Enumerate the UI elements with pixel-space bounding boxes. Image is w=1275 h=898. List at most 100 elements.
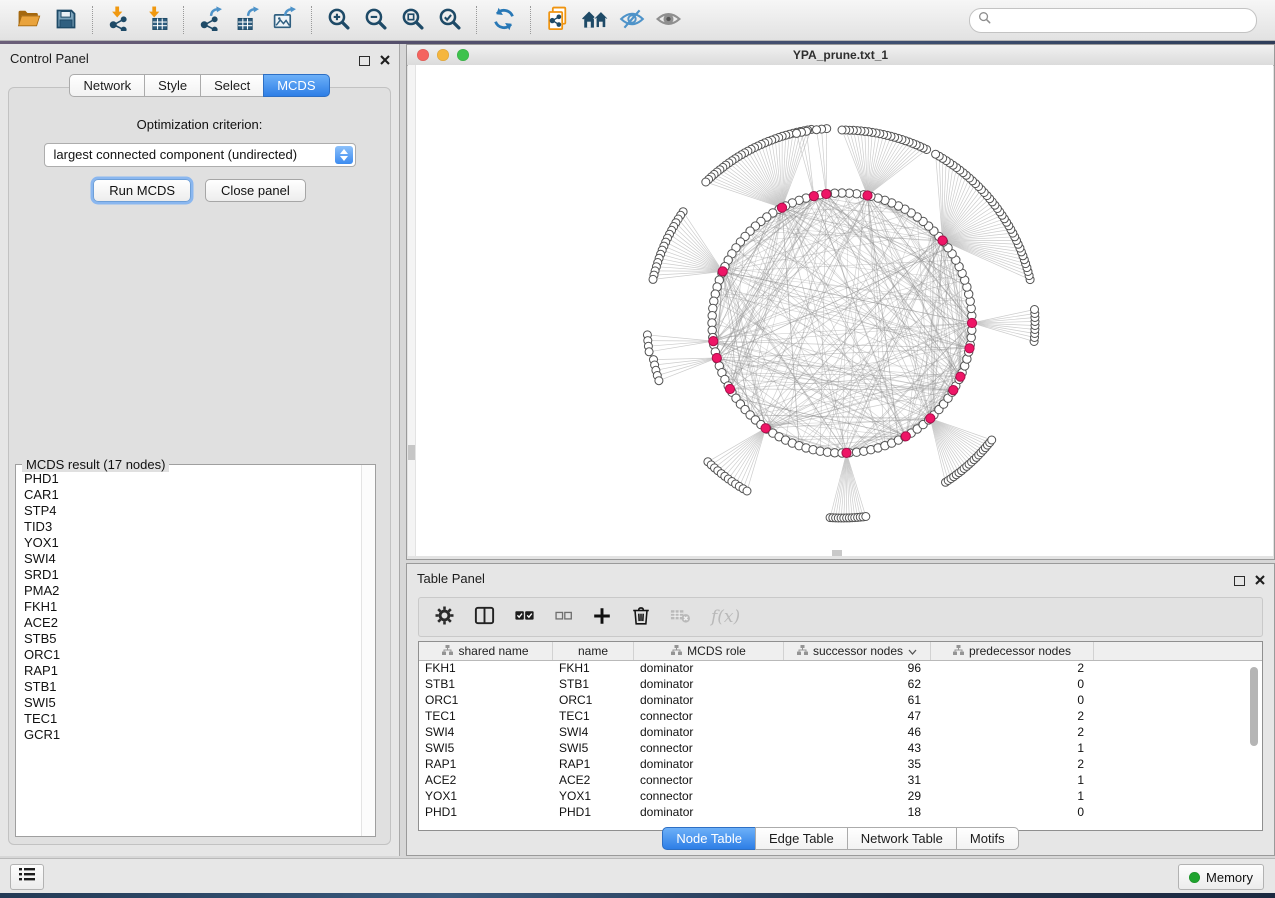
table-row[interactable]: RAP1RAP1dominator352 bbox=[419, 756, 1262, 772]
close-window-light[interactable] bbox=[417, 49, 429, 61]
zoom-selected-button[interactable] bbox=[431, 3, 468, 37]
table-row[interactable]: ACE2ACE2connector311 bbox=[419, 772, 1262, 788]
network-left-scrollbar-thumb[interactable] bbox=[408, 445, 415, 460]
split-view-button[interactable] bbox=[473, 604, 496, 630]
table-row[interactable]: TEC1TEC1connector472 bbox=[419, 708, 1262, 724]
eye-button[interactable] bbox=[650, 3, 687, 37]
criterion-select[interactable]: largest connected component (undirected) bbox=[44, 143, 356, 167]
mcds-result-node[interactable]: PHD1 bbox=[16, 471, 361, 487]
mcds-result-node[interactable]: ORC1 bbox=[16, 647, 361, 663]
export-network-button[interactable] bbox=[192, 3, 229, 37]
mcds-hub-node[interactable] bbox=[809, 192, 818, 201]
mcds-result-node[interactable]: STB1 bbox=[16, 679, 361, 695]
open-folder-button[interactable] bbox=[10, 3, 47, 37]
tab-select[interactable]: Select bbox=[200, 74, 264, 97]
network-leaf-node[interactable] bbox=[743, 487, 751, 495]
home-views-button[interactable] bbox=[576, 3, 613, 37]
column-header-predecessor-nodes[interactable]: predecessor nodes bbox=[931, 642, 1094, 660]
mcds-hub-node[interactable] bbox=[901, 432, 910, 441]
zoom-window-light[interactable] bbox=[457, 49, 469, 61]
tab-mcds[interactable]: MCDS bbox=[263, 74, 329, 97]
close-table-panel-icon[interactable] bbox=[1255, 572, 1265, 590]
tab-network-table[interactable]: Network Table bbox=[847, 827, 957, 850]
network-leaf-node[interactable] bbox=[838, 126, 846, 134]
table-row[interactable]: FKH1FKH1dominator962 bbox=[419, 660, 1262, 676]
share-document-button[interactable] bbox=[539, 3, 576, 37]
mcds-hub-node[interactable] bbox=[761, 424, 770, 433]
mcds-result-node[interactable]: STP4 bbox=[16, 503, 361, 519]
tab-style[interactable]: Style bbox=[144, 74, 201, 97]
network-canvas[interactable] bbox=[408, 65, 1273, 556]
close-panel-icon[interactable] bbox=[380, 52, 390, 70]
mcds-result-node[interactable]: PMA2 bbox=[16, 583, 361, 599]
network-leaf-node[interactable] bbox=[862, 513, 870, 521]
mcds-result-scrollbar[interactable] bbox=[361, 465, 375, 836]
zoom-in-button[interactable] bbox=[320, 3, 357, 37]
add-column-button[interactable] bbox=[591, 605, 613, 630]
network-leaf-node[interactable] bbox=[1031, 306, 1039, 314]
export-table-button[interactable] bbox=[229, 3, 266, 37]
mcds-result-node[interactable]: TID3 bbox=[16, 519, 361, 535]
float-table-panel-icon[interactable] bbox=[1234, 576, 1245, 586]
mcds-hub-node[interactable] bbox=[718, 267, 727, 276]
tab-edge-table[interactable]: Edge Table bbox=[755, 827, 848, 850]
mcds-result-node[interactable]: SRD1 bbox=[16, 567, 361, 583]
network-leaf-node[interactable] bbox=[813, 126, 821, 134]
mcds-hub-node[interactable] bbox=[863, 191, 872, 200]
network-bottom-scrollbar-thumb[interactable] bbox=[832, 550, 842, 556]
mcds-result-node[interactable]: TEC1 bbox=[16, 711, 361, 727]
mcds-hub-node[interactable] bbox=[822, 189, 831, 198]
mcds-hub-node[interactable] bbox=[777, 203, 786, 212]
show-panels-button[interactable] bbox=[10, 864, 44, 890]
search-box[interactable] bbox=[969, 8, 1257, 33]
minimize-window-light[interactable] bbox=[437, 49, 449, 61]
mcds-hub-node[interactable] bbox=[949, 386, 958, 395]
mcds-hub-node[interactable] bbox=[967, 318, 976, 327]
eye-slash-button[interactable] bbox=[613, 3, 650, 37]
table-row[interactable]: ORC1ORC1dominator610 bbox=[419, 692, 1262, 708]
mcds-hub-node[interactable] bbox=[965, 344, 974, 353]
network-window-titlebar[interactable]: YPA_prune.txt_1 bbox=[407, 45, 1274, 66]
column-header-shared-name[interactable]: shared name bbox=[419, 642, 553, 660]
float-panel-icon[interactable] bbox=[359, 56, 370, 66]
delete-columns-button[interactable] bbox=[630, 605, 652, 630]
column-header-mcds-role[interactable]: MCDS role bbox=[634, 642, 784, 660]
network-leaf-node[interactable] bbox=[702, 178, 710, 186]
deselect-all-columns-button[interactable] bbox=[553, 605, 574, 629]
network-leaf-node[interactable] bbox=[655, 377, 663, 385]
mcds-hub-node[interactable] bbox=[938, 236, 947, 245]
column-header-name[interactable]: name bbox=[553, 642, 634, 660]
network-left-scrollbar[interactable] bbox=[408, 65, 416, 556]
tab-network[interactable]: Network bbox=[69, 74, 145, 97]
table-row[interactable]: PHD1PHD1dominator180 bbox=[419, 804, 1262, 820]
network-leaf-node[interactable] bbox=[932, 150, 940, 158]
column-header-successor-nodes[interactable]: successor nodes bbox=[784, 642, 931, 660]
table-row[interactable]: STB1STB1dominator620 bbox=[419, 676, 1262, 692]
mcds-result-node[interactable]: CAR1 bbox=[16, 487, 361, 503]
table-row[interactable]: SWI4SWI4dominator462 bbox=[419, 724, 1262, 740]
mcds-result-node[interactable]: FKH1 bbox=[16, 599, 361, 615]
network-graph[interactable] bbox=[416, 65, 1269, 555]
mcds-result-node[interactable]: YOX1 bbox=[16, 535, 361, 551]
mcds-hub-node[interactable] bbox=[956, 372, 965, 381]
export-image-button[interactable] bbox=[266, 3, 303, 37]
mcds-hub-node[interactable] bbox=[842, 448, 851, 457]
mcds-hub-node[interactable] bbox=[725, 384, 734, 393]
mcds-result-node[interactable]: STB5 bbox=[16, 631, 361, 647]
mcds-result-node[interactable]: SWI5 bbox=[16, 695, 361, 711]
mcds-hub-node[interactable] bbox=[926, 414, 935, 423]
settings-gear-button[interactable] bbox=[433, 604, 456, 630]
mcds-hub-node[interactable] bbox=[709, 337, 718, 346]
network-leaf-node[interactable] bbox=[793, 129, 801, 137]
run-mcds-button[interactable]: Run MCDS bbox=[93, 179, 191, 202]
mcds-hub-node[interactable] bbox=[712, 353, 721, 362]
table-row[interactable]: SWI5SWI5connector431 bbox=[419, 740, 1262, 756]
table-row[interactable]: YOX1YOX1connector291 bbox=[419, 788, 1262, 804]
network-leaf-node[interactable] bbox=[988, 436, 996, 444]
tab-motifs[interactable]: Motifs bbox=[956, 827, 1019, 850]
mcds-result-node[interactable]: RAP1 bbox=[16, 663, 361, 679]
table-scrollbar-thumb[interactable] bbox=[1250, 667, 1258, 746]
close-panel-button[interactable]: Close panel bbox=[205, 179, 306, 202]
refresh-layout-button[interactable] bbox=[485, 3, 522, 37]
import-table-button[interactable] bbox=[138, 3, 175, 37]
